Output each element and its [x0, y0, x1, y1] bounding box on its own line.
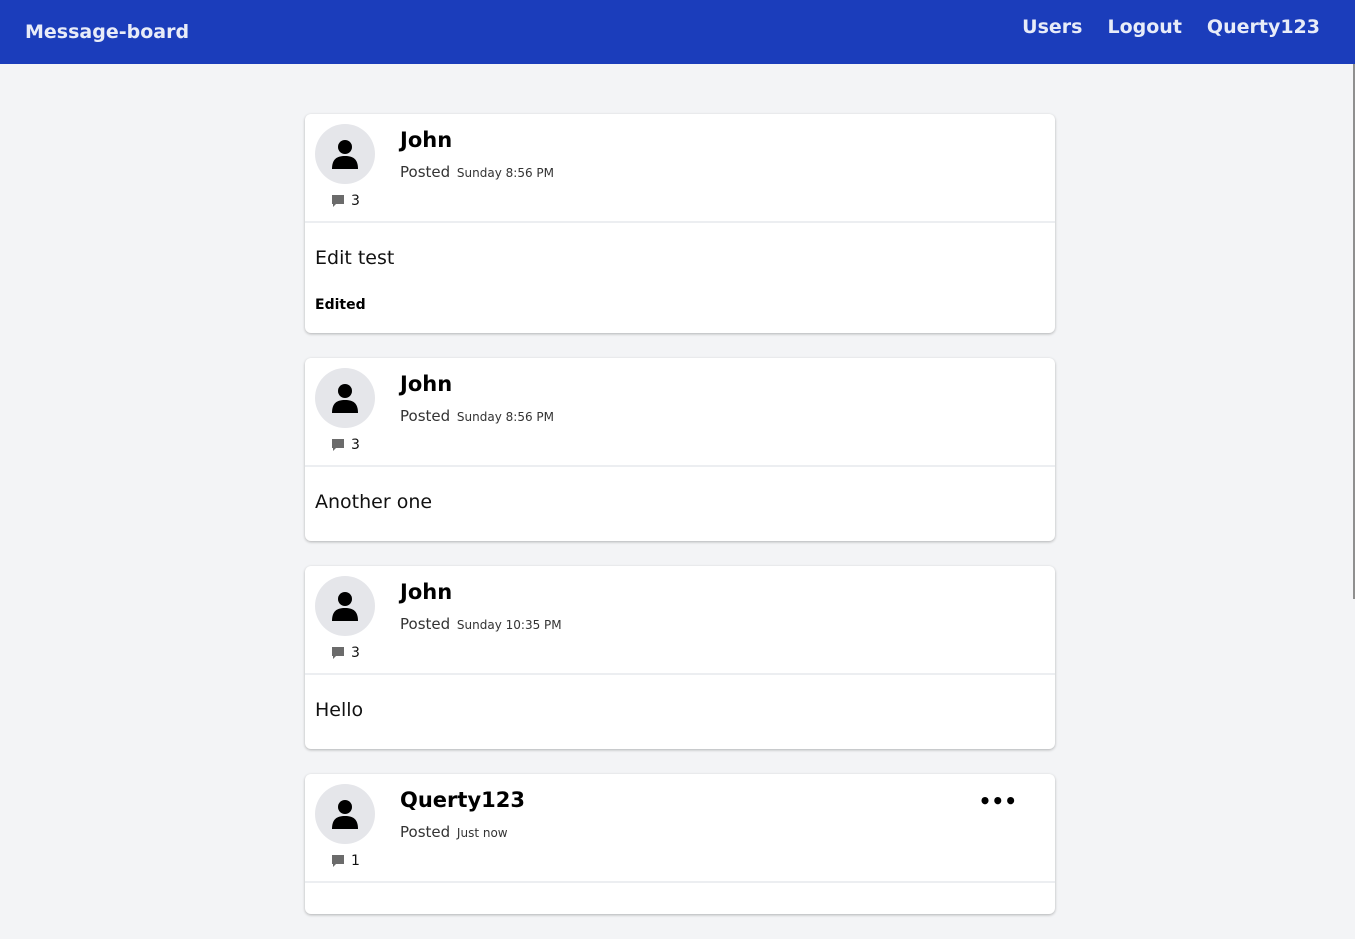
user-icon	[332, 592, 358, 621]
post-author[interactable]: Querty123	[400, 788, 525, 812]
nav-users-link[interactable]: Users	[1022, 16, 1082, 38]
post-card: 1 Querty123 Posted Just now •••	[305, 774, 1055, 914]
post-time: Just now	[456, 826, 508, 840]
more-options-button[interactable]: •••	[979, 791, 1017, 811]
edited-label: Edited	[315, 297, 366, 313]
post-author[interactable]: John	[400, 580, 452, 604]
post-body: Edit test Edited	[305, 223, 1055, 333]
comment-count[interactable]: 3	[331, 437, 360, 453]
post-text: Another one	[315, 491, 433, 513]
post-time: Sunday 10:35 PM	[456, 618, 562, 632]
post-meta: Posted Sunday 10:35 PM	[400, 615, 562, 633]
post-body: Hello	[305, 675, 1055, 749]
nav-profile-link[interactable]: Querty123	[1207, 16, 1320, 38]
posted-label: Posted	[400, 823, 451, 841]
posted-label: Posted	[400, 163, 451, 181]
post-header: 3 John Posted Sunday 10:35 PM	[305, 566, 1055, 675]
comment-icon	[332, 195, 344, 207]
post-time: Sunday 8:56 PM	[456, 410, 554, 424]
post-text: Hello	[315, 699, 364, 721]
post-header: 1 Querty123 Posted Just now •••	[305, 774, 1055, 883]
post-meta: Posted Sunday 8:56 PM	[400, 407, 554, 425]
post-card: 3 John Posted Sunday 10:35 PM Hello	[305, 566, 1055, 749]
comment-count[interactable]: 3	[331, 645, 360, 661]
post-card: 3 John Posted Sunday 8:56 PM Edit test E…	[305, 114, 1055, 333]
post-header: 3 John Posted Sunday 8:56 PM	[305, 358, 1055, 467]
top-navbar: Message-board Users Logout Querty123	[0, 0, 1355, 64]
user-icon	[332, 140, 358, 169]
comment-icon	[332, 439, 344, 451]
post-feed: 3 John Posted Sunday 8:56 PM Edit test E…	[305, 114, 1055, 939]
ellipsis-icon: •••	[978, 789, 1017, 813]
post-card: 3 John Posted Sunday 8:56 PM Another one	[305, 358, 1055, 541]
avatar[interactable]	[315, 784, 375, 844]
post-meta: Posted Sunday 8:56 PM	[400, 163, 554, 181]
avatar[interactable]	[315, 368, 375, 428]
user-icon	[332, 800, 358, 829]
comment-count[interactable]: 1	[331, 853, 360, 869]
comment-count-value: 3	[351, 193, 360, 209]
post-header: 3 John Posted Sunday 8:56 PM	[305, 114, 1055, 223]
user-icon	[332, 384, 358, 413]
brand-link[interactable]: Message-board	[25, 21, 189, 43]
posted-label: Posted	[400, 615, 451, 633]
nav-logout-link[interactable]: Logout	[1107, 16, 1181, 38]
post-text: Edit test	[315, 247, 395, 269]
avatar[interactable]	[315, 576, 375, 636]
comment-count-value: 3	[351, 437, 360, 453]
post-meta: Posted Just now	[400, 823, 508, 841]
post-body: Another one	[305, 467, 1055, 541]
comment-count[interactable]: 3	[331, 193, 360, 209]
comment-count-value: 3	[351, 645, 360, 661]
comment-icon	[332, 647, 344, 659]
comment-icon	[332, 855, 344, 867]
post-author[interactable]: John	[400, 128, 452, 152]
posted-label: Posted	[400, 407, 451, 425]
post-author[interactable]: John	[400, 372, 452, 396]
post-time: Sunday 8:56 PM	[456, 166, 554, 180]
comment-count-value: 1	[351, 853, 360, 869]
nav-links: Users Logout Querty123	[1022, 16, 1320, 38]
avatar[interactable]	[315, 124, 375, 184]
